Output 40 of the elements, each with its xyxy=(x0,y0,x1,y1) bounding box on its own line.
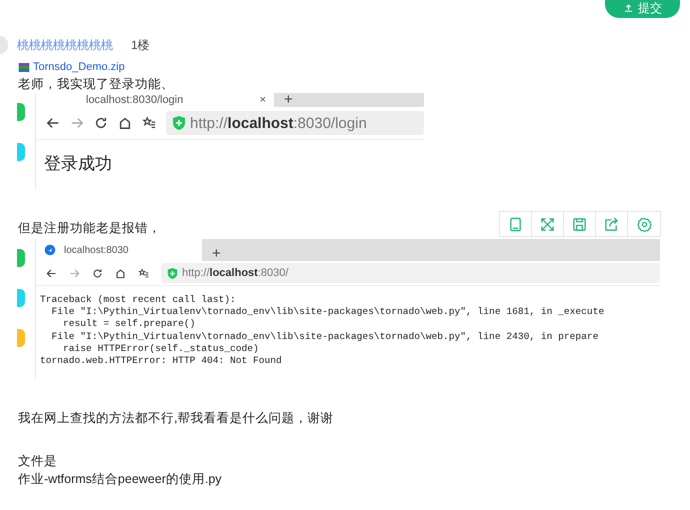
archive-icon xyxy=(18,62,30,72)
post-text: 作业-wtforms结合peeweer的使用.py xyxy=(18,471,222,488)
tablet-icon xyxy=(508,216,523,232)
traceback-line: File "I:\Pythin_Virtualenv\tornado_env\lib\site-packages\tornado\web.py", line 1681, in _execute xyxy=(50,306,606,318)
compass-icon xyxy=(44,244,56,256)
traceback-line: Traceback (most recent call last): xyxy=(40,294,237,306)
post-text: 文件是 xyxy=(18,453,57,470)
settings-icon xyxy=(636,216,652,232)
page-text: 登录成功 xyxy=(44,153,113,175)
reload-icon[interactable] xyxy=(92,268,103,278)
save-icon xyxy=(572,216,587,232)
traceback-line: result = self.prepare() xyxy=(62,318,196,331)
favorites-icon[interactable] xyxy=(142,116,156,130)
traceback-line: File "I:\Pythin_Virtualenv\tornado_env\lib\site-packages\tornado\web.py", line 2430, in prepare xyxy=(50,330,600,343)
browser-tab[interactable]: localhost:8030/login × xyxy=(36,93,274,107)
back-icon[interactable] xyxy=(46,268,57,278)
floor-number: 1楼 xyxy=(131,36,150,54)
expand-icon xyxy=(540,216,555,232)
post-text: 老师，我实现了登录功能、 xyxy=(18,76,174,93)
avatar xyxy=(0,36,8,54)
share-icon xyxy=(604,216,619,232)
home-icon[interactable] xyxy=(118,116,132,130)
tab-close-button[interactable]: × xyxy=(260,94,266,106)
address-bar[interactable]: http://localhost:8030/login xyxy=(166,111,424,135)
upload-icon xyxy=(623,2,634,14)
traceback-line: tornado.web.HTTPError: HTTP 404: Not Found xyxy=(40,355,283,368)
reload-icon[interactable] xyxy=(94,116,108,130)
shield-icon xyxy=(167,268,178,278)
back-icon[interactable] xyxy=(46,116,60,130)
new-tab-button[interactable]: + xyxy=(274,93,303,107)
post-text: 但是注册功能老是报错， xyxy=(18,220,161,237)
new-tab-button[interactable]: + xyxy=(202,247,231,261)
shield-icon xyxy=(172,116,186,130)
browser-tab[interactable]: localhost:8030 xyxy=(36,239,202,261)
home-icon[interactable] xyxy=(115,268,126,278)
address-bar[interactable]: http://localhost:8030/ xyxy=(161,263,660,283)
traceback-line: raise HTTPError(self._status_code) xyxy=(62,342,260,356)
favorites-icon[interactable] xyxy=(138,268,149,278)
attachment-link[interactable]: Tornsdo_Demo.zip xyxy=(33,61,125,73)
post-text: 我在网上查找的方法都不行,帮我看看是什么问题，谢谢 xyxy=(18,410,334,427)
